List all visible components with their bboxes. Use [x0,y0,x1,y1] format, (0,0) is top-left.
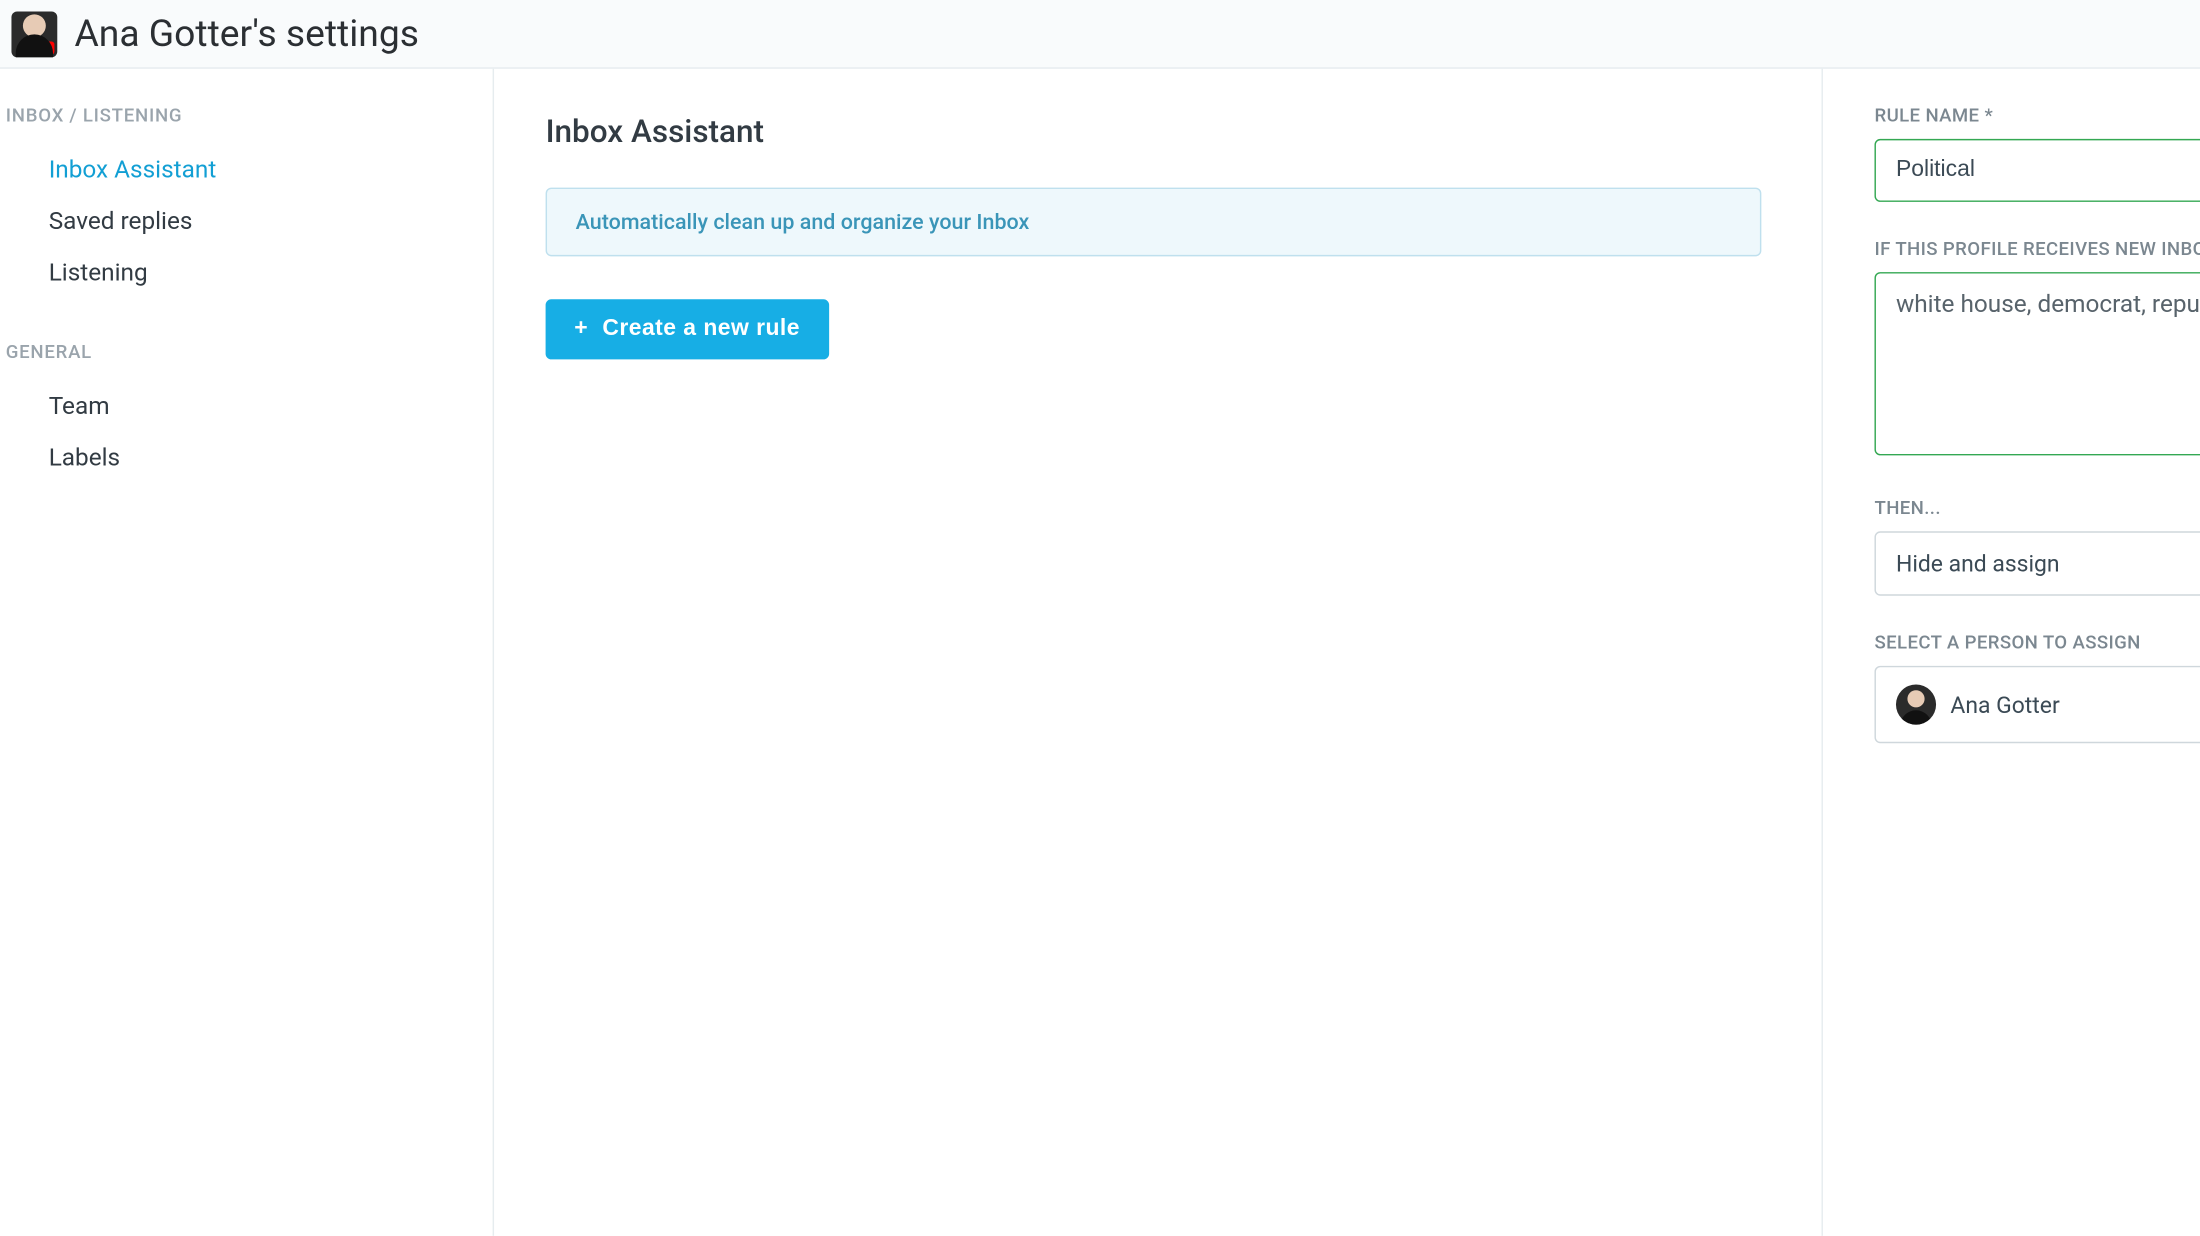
assignee-avatar [1896,684,1936,724]
plus-icon: + [574,316,588,342]
page-title: Ana Gotter's settings [74,12,419,55]
sidebar-section-general: GENERAL Team Labels [0,342,493,484]
info-banner: Automatically clean up and organize your… [546,188,1762,257]
sidebar-heading-general: GENERAL [0,342,493,381]
rule-name-input-wrap [1874,139,2200,202]
assign-select[interactable]: Ana Gotter [1874,666,2200,743]
rule-form-panel: RULE NAME * IF THIS PROFILE RECEIVES NEW… [1823,69,2200,1236]
then-group: THEN... Hide and assign [1874,498,2200,595]
assign-selected-value: Ana Gotter [1950,691,2059,718]
then-select[interactable]: Hide and assign [1874,531,2200,595]
sidebar: INBOX / LISTENING Inbox Assistant Saved … [0,69,494,1236]
rule-name-label: RULE NAME * [1874,106,2200,127]
main-left-panel: Inbox Assistant Automatically clean up a… [494,69,1823,1236]
sidebar-item-label: Team [49,392,110,421]
settings-header: Ana Gotter's settings [0,0,2200,69]
sidebar-item-listening[interactable]: Listening [0,248,493,300]
sidebar-item-label: Inbox Assistant [49,156,217,185]
create-rule-label: Create a new rule [602,316,800,342]
sidebar-section-inbox: INBOX / LISTENING Inbox Assistant Saved … [0,106,493,299]
then-label: THEN... [1874,498,2200,519]
words-textarea-wrap [1874,272,2200,461]
sidebar-item-saved-replies[interactable]: Saved replies [0,196,493,248]
header-left: Ana Gotter's settings [11,11,419,57]
words-group: IF THIS PROFILE RECEIVES NEW INBOX ITEMS… [1874,239,2200,461]
sidebar-item-team[interactable]: Team [0,381,493,433]
assign-label: SELECT A PERSON TO ASSIGN [1874,633,2200,654]
then-selected-value: Hide and assign [1896,550,2060,577]
sidebar-heading-inbox: INBOX / LISTENING [0,106,493,145]
words-textarea[interactable] [1874,272,2200,455]
create-rule-button[interactable]: + Create a new rule [546,299,829,359]
sidebar-item-label: Listening [49,259,148,288]
panel-title: Inbox Assistant [546,115,1762,151]
youtube-badge-icon [37,41,54,54]
rule-name-input[interactable] [1874,139,2200,202]
assign-group: SELECT A PERSON TO ASSIGN Ana Gotter [1874,633,2200,743]
sidebar-item-label: Saved replies [49,208,193,237]
words-label: IF THIS PROFILE RECEIVES NEW INBOX ITEMS… [1874,239,2200,260]
sidebar-item-label: Labels [49,444,120,473]
sidebar-item-inbox-assistant[interactable]: Inbox Assistant [0,145,493,197]
main: Inbox Assistant Automatically clean up a… [494,69,2200,1236]
body: INBOX / LISTENING Inbox Assistant Saved … [0,69,2200,1236]
sidebar-item-labels[interactable]: Labels [0,432,493,484]
profile-avatar [11,11,57,57]
rule-name-group: RULE NAME * [1874,106,2200,202]
